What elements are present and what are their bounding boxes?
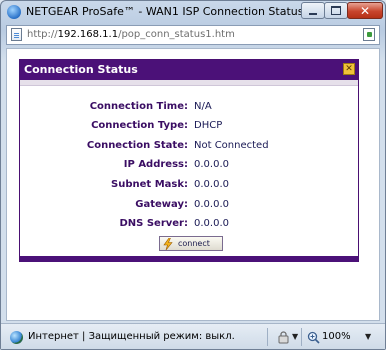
status-bar: Интернет | Защищенный режим: выкл. ▼ 100… [1, 323, 385, 349]
zoom-icon[interactable] [307, 331, 320, 344]
security-icon[interactable] [277, 331, 290, 344]
minimize-button[interactable] [301, 2, 325, 19]
row-label: Connection Type: [91, 120, 188, 131]
zoom-level[interactable]: 100% [322, 330, 351, 344]
minimize-icon [309, 12, 317, 15]
address-bar[interactable]: http://192.168.1.1/pop_conn_status1.htm [6, 25, 380, 45]
row-ip-address: IP Address: 0.0.0.0 [20, 158, 358, 172]
compatibility-icon[interactable] [363, 28, 375, 41]
panel-title: Connection Status [24, 63, 138, 76]
row-label: Connection Time: [89, 101, 188, 112]
close-icon: ✕ [345, 64, 353, 74]
globe-icon [10, 331, 23, 344]
title-bar[interactable]: NETGEAR ProSafe™ - WAN1 ISP Connection S… [1, 1, 385, 23]
url-path: /pop_conn_status1.htm [118, 29, 235, 40]
row-label: Subnet Mask: [111, 179, 188, 190]
status-separator [267, 328, 268, 346]
chevron-down-icon[interactable]: ▼ [365, 332, 371, 341]
connection-status-panel: Connection Status ✕ Connection Time: N/A… [19, 59, 359, 262]
panel-footer [20, 256, 358, 262]
row-label: IP Address: [123, 159, 188, 170]
close-window-button[interactable]: ✕ [347, 2, 383, 19]
bolt-icon [163, 238, 173, 250]
zone-status: Интернет | Защищенный режим: выкл. [28, 331, 235, 342]
row-connection-state: Connection State: Not Connected [20, 139, 358, 153]
url-prefix: http:// [27, 29, 58, 40]
row-value: N/A [194, 101, 212, 112]
row-value: 0.0.0.0 [194, 179, 229, 190]
row-subnet-mask: Subnet Mask: 0.0.0.0 [20, 178, 358, 192]
row-connection-type: Connection Type: DHCP [20, 119, 358, 133]
row-connection-time: Connection Time: N/A [20, 100, 358, 114]
close-icon: ✕ [359, 3, 371, 18]
panel-close-button[interactable]: ✕ [343, 63, 355, 75]
url-text[interactable]: http://192.168.1.1/pop_conn_status1.htm [27, 28, 235, 42]
row-gateway: Gateway: 0.0.0.0 [20, 198, 358, 212]
panel-band [20, 80, 358, 86]
chevron-down-icon[interactable]: ▼ [292, 332, 298, 341]
row-value: 0.0.0.0 [194, 159, 229, 170]
page-icon [11, 28, 22, 41]
row-dns-server: DNS Server: 0.0.0.0 [20, 217, 358, 231]
row-value: 0.0.0.0 [194, 199, 229, 210]
page-content: Connection Status ✕ Connection Time: N/A… [6, 48, 380, 321]
connect-label: connect [178, 239, 210, 248]
maximize-button[interactable] [324, 2, 348, 19]
window-title: NETGEAR ProSafe™ - WAN1 ISP Connection S… [26, 5, 301, 18]
row-value: Not Connected [194, 140, 269, 151]
row-value: 0.0.0.0 [194, 218, 229, 229]
browser-window: NETGEAR ProSafe™ - WAN1 ISP Connection S… [0, 0, 386, 350]
status-separator [301, 328, 302, 346]
row-label: Connection State: [86, 140, 188, 151]
connect-button[interactable]: connect [159, 236, 223, 251]
row-value: DHCP [194, 120, 223, 131]
row-label: Gateway: [135, 199, 188, 210]
maximize-icon [331, 6, 341, 15]
panel-header: Connection Status [20, 60, 358, 80]
row-label: DNS Server: [119, 218, 188, 229]
url-host: 192.168.1.1 [57, 29, 119, 40]
ie-icon [7, 5, 21, 19]
